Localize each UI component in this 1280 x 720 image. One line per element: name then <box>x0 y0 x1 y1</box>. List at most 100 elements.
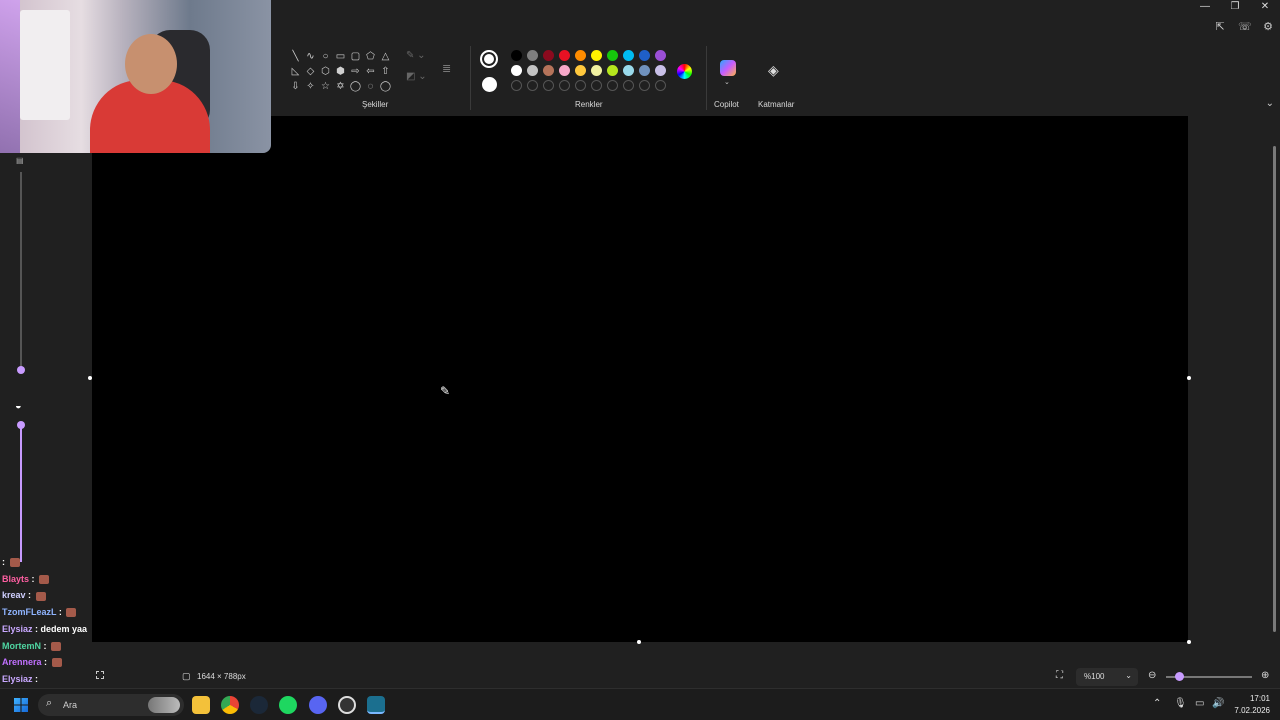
shape-option[interactable]: ▢ <box>348 50 363 63</box>
chrome-icon[interactable] <box>221 696 239 714</box>
maximize-button[interactable]: ❐ <box>1220 0 1250 14</box>
color-swatch[interactable] <box>638 65 650 76</box>
custom-color-slot[interactable] <box>606 80 618 91</box>
ribbon-collapse-icon[interactable]: ⌄ <box>1266 98 1274 109</box>
color-swatch[interactable] <box>574 50 586 61</box>
canvas-resize-handle-bottom[interactable] <box>637 640 641 644</box>
spotify-icon[interactable] <box>279 696 297 714</box>
color-swatch[interactable] <box>638 50 650 61</box>
paint-app-icon[interactable] <box>367 696 385 714</box>
drawing-canvas[interactable] <box>92 116 1188 642</box>
steam-icon[interactable] <box>250 696 268 714</box>
shape-option[interactable]: ⇨ <box>348 65 363 78</box>
brush-size-slider[interactable] <box>20 172 22 368</box>
shape-option[interactable]: ⬠ <box>363 50 378 63</box>
color-swatch[interactable] <box>558 50 570 61</box>
color-swatch[interactable] <box>558 65 570 76</box>
custom-color-slot[interactable] <box>526 80 538 91</box>
color-swatch[interactable] <box>542 65 554 76</box>
shape-option[interactable]: ◇ <box>303 65 318 78</box>
shape-option[interactable]: ⬡ <box>318 65 333 78</box>
fill-icon[interactable]: ◩ ⌄ <box>406 71 427 82</box>
feedback-icon[interactable]: ☏ <box>1238 20 1252 33</box>
custom-color-slot[interactable] <box>558 80 570 91</box>
canvas-resize-handle-corner[interactable] <box>1187 640 1191 644</box>
tray-overflow-icon[interactable]: ⌃ <box>1153 698 1161 709</box>
shape-option[interactable]: ∿ <box>303 50 318 63</box>
shape-outline-fill: ✎ ⌄ ◩ ⌄ <box>406 50 427 82</box>
windows-start-icon[interactable] <box>14 698 28 712</box>
shape-option[interactable]: ◌ <box>363 80 378 93</box>
zoom-out-icon[interactable]: ⊖ <box>1148 670 1156 681</box>
fit-to-window-icon[interactable]: ⛶ <box>1056 670 1063 681</box>
color-swatch[interactable] <box>654 65 666 76</box>
settings-icon[interactable]: ⚙ <box>1262 20 1274 33</box>
clock[interactable]: 17:01 7.02.2026 <box>1234 693 1270 717</box>
color-swatch[interactable] <box>606 65 618 76</box>
shape-option[interactable]: ○ <box>318 50 333 63</box>
color-swatch[interactable] <box>542 50 554 61</box>
color-2-selector[interactable] <box>482 77 497 92</box>
display-icon[interactable]: ▭ <box>1195 698 1204 709</box>
shape-option[interactable]: ╲ <box>288 50 303 63</box>
opacity-knob[interactable] <box>17 421 25 429</box>
color-swatch[interactable] <box>574 65 586 76</box>
minimize-button[interactable]: — <box>1190 0 1220 14</box>
shape-option[interactable]: ▭ <box>333 50 348 63</box>
custom-color-slot[interactable] <box>542 80 554 91</box>
shape-option[interactable]: △ <box>378 50 393 63</box>
shape-option[interactable]: ⇩ <box>288 80 303 93</box>
color-swatch[interactable] <box>510 50 522 61</box>
color-swatch[interactable] <box>510 65 522 76</box>
color-swatch[interactable] <box>590 65 602 76</box>
shape-option[interactable]: ✡ <box>333 80 348 93</box>
zoom-select[interactable]: %100 ⌄ <box>1076 668 1138 686</box>
discord-icon[interactable] <box>309 696 327 714</box>
shape-option[interactable]: ⬢ <box>333 65 348 78</box>
share-icon[interactable]: ⇱ <box>1214 20 1226 33</box>
custom-color-slot[interactable] <box>638 80 650 91</box>
shape-option[interactable]: ◯ <box>348 80 363 93</box>
color-swatch[interactable] <box>590 50 602 61</box>
layers-icon[interactable]: ◈ <box>768 62 779 79</box>
shape-option[interactable]: ◯ <box>378 80 393 93</box>
canvas-resize-handle-left[interactable] <box>88 376 92 380</box>
color-swatch[interactable] <box>622 65 634 76</box>
color-swatch[interactable] <box>526 50 538 61</box>
size-icon[interactable]: ≣ <box>442 62 451 75</box>
microphone-icon[interactable]: 🎙 <box>1174 698 1187 709</box>
color-1-selector[interactable] <box>480 50 498 68</box>
outline-icon[interactable]: ✎ ⌄ <box>406 50 427 61</box>
close-button[interactable]: ✕ <box>1250 0 1280 14</box>
custom-color-slot[interactable] <box>574 80 586 91</box>
color-swatch[interactable] <box>654 50 666 61</box>
zoom-in-icon[interactable]: ⊕ <box>1261 670 1269 681</box>
copilot-icon[interactable] <box>720 60 736 76</box>
custom-color-slot[interactable] <box>510 80 522 91</box>
file-explorer-icon[interactable] <box>192 696 210 714</box>
color-swatch[interactable] <box>606 50 618 61</box>
obs-icon[interactable] <box>338 696 356 714</box>
shape-option[interactable]: ⇦ <box>363 65 378 78</box>
zoom-slider-knob[interactable] <box>1175 672 1184 681</box>
color-swatch[interactable] <box>526 65 538 76</box>
vertical-scrollbar[interactable] <box>1273 146 1276 632</box>
custom-color-slot[interactable] <box>654 80 666 91</box>
color-swatch[interactable] <box>622 50 634 61</box>
copilot-label[interactable]: Copilot <box>714 100 739 109</box>
shape-option[interactable]: ☆ <box>318 80 333 93</box>
search-icon: ⌕ <box>46 697 53 709</box>
shape-option[interactable]: ⇧ <box>378 65 393 78</box>
edit-colors-icon[interactable] <box>677 64 692 79</box>
custom-color-slot[interactable] <box>590 80 602 91</box>
layers-label[interactable]: Katmanlar <box>758 100 794 109</box>
canvas-resize-handle-right[interactable] <box>1187 376 1191 380</box>
custom-color-slot[interactable] <box>622 80 634 91</box>
taskbar-search[interactable]: ⌕ Ara <box>38 694 184 716</box>
brush-size-knob[interactable] <box>17 366 25 374</box>
opacity-slider[interactable] <box>20 422 22 562</box>
volume-icon[interactable]: 🔊 <box>1212 698 1224 709</box>
shape-option[interactable]: ✧ <box>303 80 318 93</box>
shape-option[interactable]: ◺ <box>288 65 303 78</box>
copilot-dropdown-icon[interactable]: ⌄ <box>724 78 730 86</box>
